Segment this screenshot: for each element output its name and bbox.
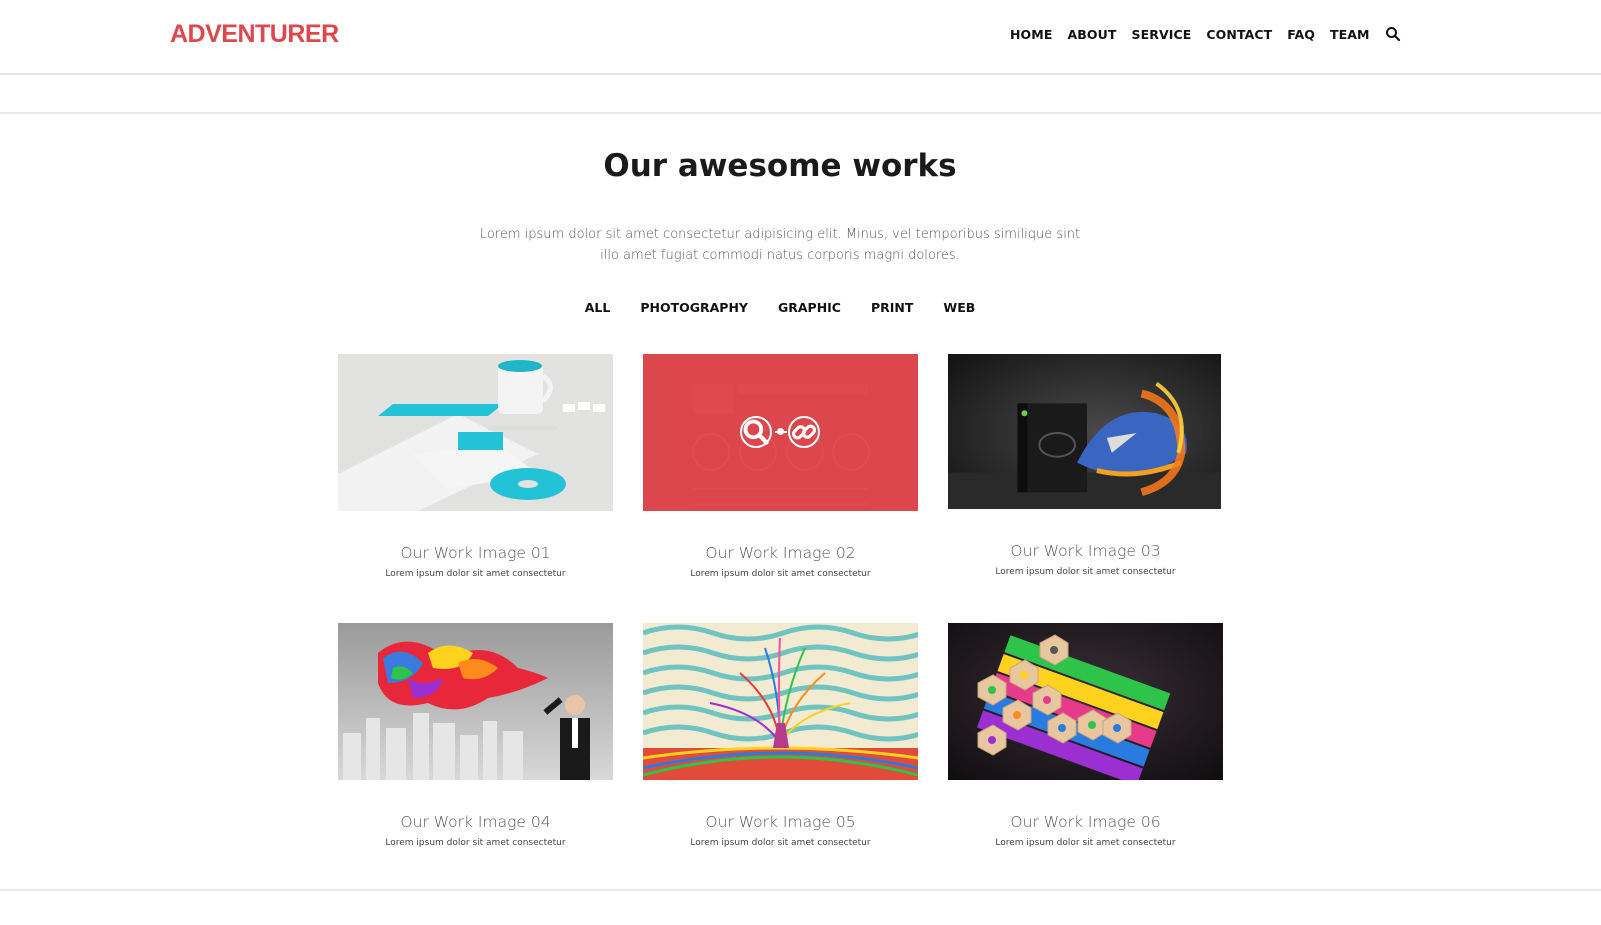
work-title: Our Work Image 01 [400, 544, 551, 562]
link-icon [791, 424, 817, 440]
work-title: Our Work Image 02 [705, 544, 856, 562]
filter-print[interactable]: PRINT [871, 300, 913, 315]
work-subtitle: Lorem ipsum dolor sit amet consectetur [995, 567, 1176, 577]
work-item: Our Work Image 01 Lorem ipsum dolor sit … [338, 354, 613, 579]
work-item: Our Work Image 04 Lorem ipsum dolor sit … [338, 623, 613, 848]
main-nav: HOME ABOUT SERVICE CONTACT FAQ TEAM [1010, 26, 1401, 42]
portfolio-filters: ALL PHOTOGRAPHY GRAPHIC PRINT WEB [0, 300, 1560, 315]
filter-all[interactable]: ALL [585, 300, 611, 315]
nav-about[interactable]: ABOUT [1067, 27, 1116, 42]
connector-dot [777, 428, 784, 435]
work-item: Our Work Image 06 Lorem ipsum dolor sit … [948, 623, 1223, 848]
section-description: Lorem ipsum dolor sit amet consectetur a… [479, 227, 1081, 263]
work-subtitle: Lorem ipsum dolor sit amet consectetur [690, 838, 871, 848]
work-title: Our Work Image 05 [705, 813, 856, 831]
search-icon [743, 419, 769, 445]
work-title: Our Work Image 03 [1010, 542, 1161, 560]
logo[interactable]: ADVENTURER [170, 20, 339, 49]
work-item: Our Work Image 02 Lorem ipsum dolor sit … [643, 354, 918, 579]
nav-faq[interactable]: FAQ [1287, 27, 1315, 42]
filter-web[interactable]: WEB [943, 300, 975, 315]
nav-service[interactable]: SERVICE [1131, 27, 1191, 42]
work-subtitle: Lorem ipsum dolor sit amet consectetur [385, 838, 566, 848]
work-image-stationery[interactable] [338, 354, 613, 511]
nav-team[interactable]: TEAM [1330, 27, 1370, 42]
work-image-flaming-sneaker[interactable] [948, 354, 1221, 509]
work-image-colored-pencils[interactable] [948, 623, 1223, 780]
work-title: Our Work Image 06 [1010, 813, 1161, 831]
nav-contact[interactable]: CONTACT [1206, 27, 1272, 42]
work-image-psychedelic-tree[interactable] [643, 623, 918, 780]
divider [0, 112, 1601, 114]
nav-home[interactable]: HOME [1010, 27, 1052, 42]
work-subtitle: Lorem ipsum dolor sit amet consectetur [995, 838, 1176, 848]
work-image-ui-dashboard[interactable] [643, 354, 918, 511]
search-icon[interactable] [1385, 26, 1401, 42]
work-item: Our Work Image 03 Lorem ipsum dolor sit … [948, 354, 1223, 577]
zoom-button[interactable] [740, 416, 772, 448]
filter-photography[interactable]: PHOTOGRAPHY [640, 300, 748, 315]
site-header: ADVENTURER HOME ABOUT SERVICE CONTACT FA… [0, 0, 1601, 75]
section-title: Our awesome works [603, 148, 957, 184]
divider [0, 889, 1601, 891]
filter-graphic[interactable]: GRAPHIC [778, 300, 841, 315]
work-item: Our Work Image 05 Lorem ipsum dolor sit … [643, 623, 918, 848]
work-image-businessman-paint[interactable] [338, 623, 613, 780]
link-button[interactable] [788, 416, 820, 448]
work-title: Our Work Image 04 [400, 813, 551, 831]
work-subtitle: Lorem ipsum dolor sit amet consectetur [385, 569, 566, 579]
work-subtitle: Lorem ipsum dolor sit amet consectetur [690, 569, 871, 579]
